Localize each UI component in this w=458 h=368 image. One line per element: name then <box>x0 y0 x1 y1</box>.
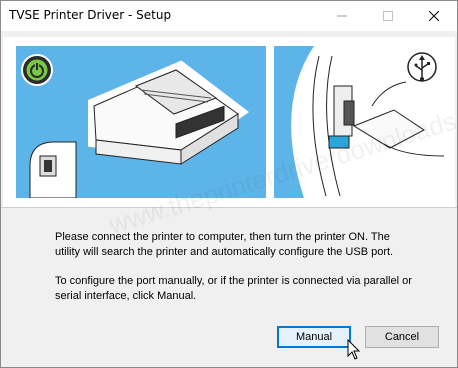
manual-instructions: To configure the port manually, or if th… <box>55 275 412 302</box>
window-title: TVSE Printer Driver - Setup <box>9 8 172 22</box>
usb-icon <box>407 52 437 82</box>
close-icon <box>429 11 439 21</box>
close-button[interactable] <box>411 1 457 31</box>
minimize-icon <box>337 15 347 17</box>
printer-illustration <box>21 54 250 199</box>
connect-instructions: Please connect the printer to computer, … <box>55 231 394 258</box>
minimize-button[interactable] <box>319 1 365 31</box>
maximize-icon <box>383 11 393 21</box>
mouse-cursor-icon <box>347 339 361 360</box>
title-bar[interactable]: TVSE Printer Driver - Setup <box>1 1 457 31</box>
usb-illustration <box>291 46 447 198</box>
printer-panel <box>16 46 266 199</box>
divider <box>1 207 457 208</box>
cancel-button[interactable]: Cancel <box>365 326 439 348</box>
manual-button[interactable]: Manual <box>277 326 351 348</box>
setup-banner <box>3 37 455 207</box>
switch-inset <box>29 141 77 199</box>
maximize-button[interactable] <box>365 1 411 31</box>
power-icon <box>21 54 53 86</box>
setup-window: TVSE Printer Driver - Setup Please conne… <box>0 0 458 368</box>
usb-panel <box>274 46 447 198</box>
